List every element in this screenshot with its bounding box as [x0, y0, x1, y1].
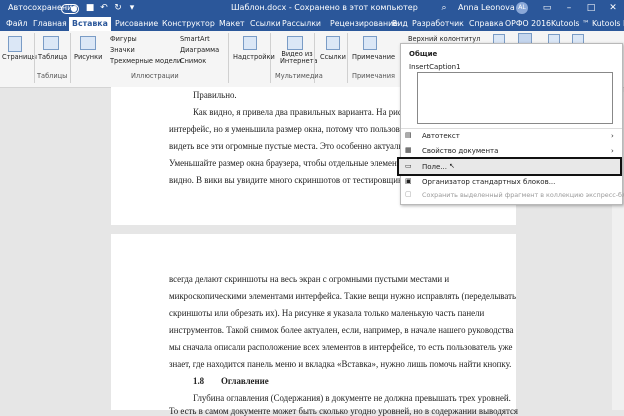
tab-review[interactable]: Рецензирование	[330, 17, 398, 31]
save-selection-icon: ▢	[405, 190, 412, 198]
section-number: 1.8	[193, 376, 205, 386]
organizer-icon: ▣	[405, 177, 412, 185]
doc-line: знает, где находится панель меню и вклад…	[169, 359, 512, 369]
online-video-icon[interactable]	[287, 36, 303, 50]
smartart-button[interactable]: SmartArt	[180, 35, 210, 43]
user-name: Anna Leonova	[458, 3, 515, 12]
ribbon-separator	[270, 33, 271, 83]
field-icon: ▭	[405, 162, 412, 170]
tab-draw[interactable]: Рисование	[115, 17, 158, 31]
chevron-right-icon: ›	[611, 132, 614, 140]
document-property-icon: ▦	[405, 146, 412, 154]
caption-preview[interactable]	[417, 72, 613, 124]
doc-line: интерфейс, но я уменьшила размер окна, п…	[169, 124, 416, 134]
links-button[interactable]: Ссылки	[320, 53, 346, 61]
tab-file[interactable]: Файл	[6, 17, 28, 31]
links-icon[interactable]	[326, 36, 340, 50]
doc-line: Как видно, я привела два правильных вари…	[193, 107, 411, 117]
menu-item-field[interactable]: ▭ Поле... ↖	[397, 157, 622, 176]
menu-item-save-selection: Сохранить выделенный фрагмент в коллекци…	[422, 191, 624, 199]
page-2	[111, 234, 516, 410]
3d-models-button[interactable]: Трехмерные модели	[110, 57, 181, 65]
pages-button[interactable]: Страницы	[2, 53, 37, 61]
redo-icon[interactable]: ↻	[112, 2, 124, 14]
doc-line: Уменьшайте размер окна браузера, чтобы о…	[169, 158, 407, 168]
doc-line: всегда делают скриншоты на весь экран с …	[169, 274, 450, 284]
tab-developer[interactable]: Разработчик	[412, 17, 464, 31]
chevron-right-icon: ›	[611, 147, 614, 155]
customize-icon[interactable]: ▾	[126, 2, 138, 14]
ribbon-separator	[34, 33, 35, 83]
autotext-icon: ▤	[405, 131, 412, 139]
group-tables-label: Таблицы	[37, 72, 68, 80]
ribbon-separator	[70, 33, 71, 83]
doc-line: видно. В вики вы увидите много скриншото…	[169, 175, 403, 185]
tab-layout[interactable]: Макет	[219, 17, 245, 31]
doc-line: скриншоты или обрезать их). На рисунке я…	[169, 308, 485, 318]
pages-icon[interactable]	[8, 36, 22, 52]
addins-button[interactable]: Надстройки	[233, 53, 275, 61]
tab-orfo[interactable]: ОРФО 2016	[505, 17, 551, 31]
tab-view[interactable]: Вид	[392, 17, 408, 31]
close-icon[interactable]: ✕	[607, 2, 619, 14]
field-label: Поле...	[422, 163, 448, 171]
title-bar: Автосохранение ■ ↶ ↻ ▾ Шаблон.docx - Сох…	[0, 0, 624, 17]
menu-item-caption[interactable]: InsertCaption1	[409, 63, 461, 71]
chart-button[interactable]: Диаграмма	[180, 46, 219, 54]
section-heading: Оглавление	[221, 376, 269, 386]
autosave-toggle[interactable]	[61, 4, 79, 14]
doc-line: мы сначала описали расположение всех эле…	[169, 342, 513, 352]
pictures-icon[interactable]	[80, 36, 96, 50]
header-button[interactable]: Верхний колонтитул	[408, 35, 480, 43]
menu-section-general: Общие	[409, 50, 438, 58]
tab-references[interactable]: Ссылки	[250, 17, 281, 31]
doc-line: Правильно.	[193, 90, 237, 100]
menu-item-document-property[interactable]: Свойство документа	[422, 147, 498, 155]
menu-divider	[401, 128, 622, 129]
minimize-icon[interactable]: –	[563, 2, 575, 14]
tab-design[interactable]: Конструктор	[162, 17, 215, 31]
comment-button[interactable]: Примечание	[352, 53, 395, 61]
doc-line: микроскопическими элементами интерфейса.…	[169, 291, 517, 301]
group-comments-label: Примечания	[352, 72, 395, 80]
quick-parts-menu: Общие InsertCaption1 ▤ Автотекст › ▦ Сво…	[397, 43, 624, 205]
menu-item-autotext[interactable]: Автотекст	[422, 132, 460, 140]
group-illustrations-label: Иллюстрации	[131, 72, 179, 80]
addins-icon[interactable]	[243, 36, 257, 50]
tab-mailings[interactable]: Рассылки	[282, 17, 321, 31]
tab-kutools-plus[interactable]: Kutools Plus	[592, 17, 624, 31]
tab-home[interactable]: Главная	[33, 17, 67, 31]
tab-insert[interactable]: Вставка	[69, 17, 111, 31]
group-multimedia-label: Мультимедиа	[275, 72, 323, 80]
shapes-button[interactable]: Фигуры	[110, 35, 137, 43]
tab-kutools[interactable]: Kutools ™	[551, 17, 590, 31]
cursor-icon: ↖	[449, 162, 455, 170]
tab-help[interactable]: Справка	[469, 17, 503, 31]
table-button[interactable]: Таблица	[38, 53, 67, 61]
ribbon-options-icon[interactable]: ▭	[541, 2, 553, 14]
doc-line: видеть все эти огромные пустые места. Эт…	[169, 141, 403, 151]
online-video-button[interactable]: Видео из Интернета	[280, 51, 318, 65]
ribbon-separator	[347, 33, 348, 83]
maximize-icon[interactable]: □	[585, 2, 597, 14]
comment-icon[interactable]	[363, 36, 377, 50]
doc-line: инструментов. Такой снимок более актуале…	[169, 325, 514, 335]
menu-item-organizer[interactable]: Организатор стандартных блоков...	[422, 178, 555, 186]
ribbon-separator	[314, 33, 315, 83]
save-icon[interactable]: ■	[84, 2, 96, 14]
pictures-button[interactable]: Рисунки	[74, 53, 102, 61]
icons-button[interactable]: Значки	[110, 46, 135, 54]
doc-line: Глубина оглавления (Содержания) в докуме…	[193, 393, 511, 403]
doc-line: То есть в самом документе может быть ско…	[169, 406, 518, 416]
avatar[interactable]: AL	[516, 2, 528, 14]
document-title: Шаблон.docx - Сохранено в этот компьютер	[231, 3, 418, 12]
ribbon-tabs: Файл Главная Вставка Рисование Конструкт…	[0, 17, 624, 31]
ribbon-separator	[228, 33, 229, 83]
screenshot-button[interactable]: Снимок	[180, 57, 206, 65]
search-icon[interactable]: ⌕	[438, 2, 450, 14]
undo-icon[interactable]: ↶	[98, 2, 110, 14]
table-icon[interactable]	[43, 36, 59, 50]
